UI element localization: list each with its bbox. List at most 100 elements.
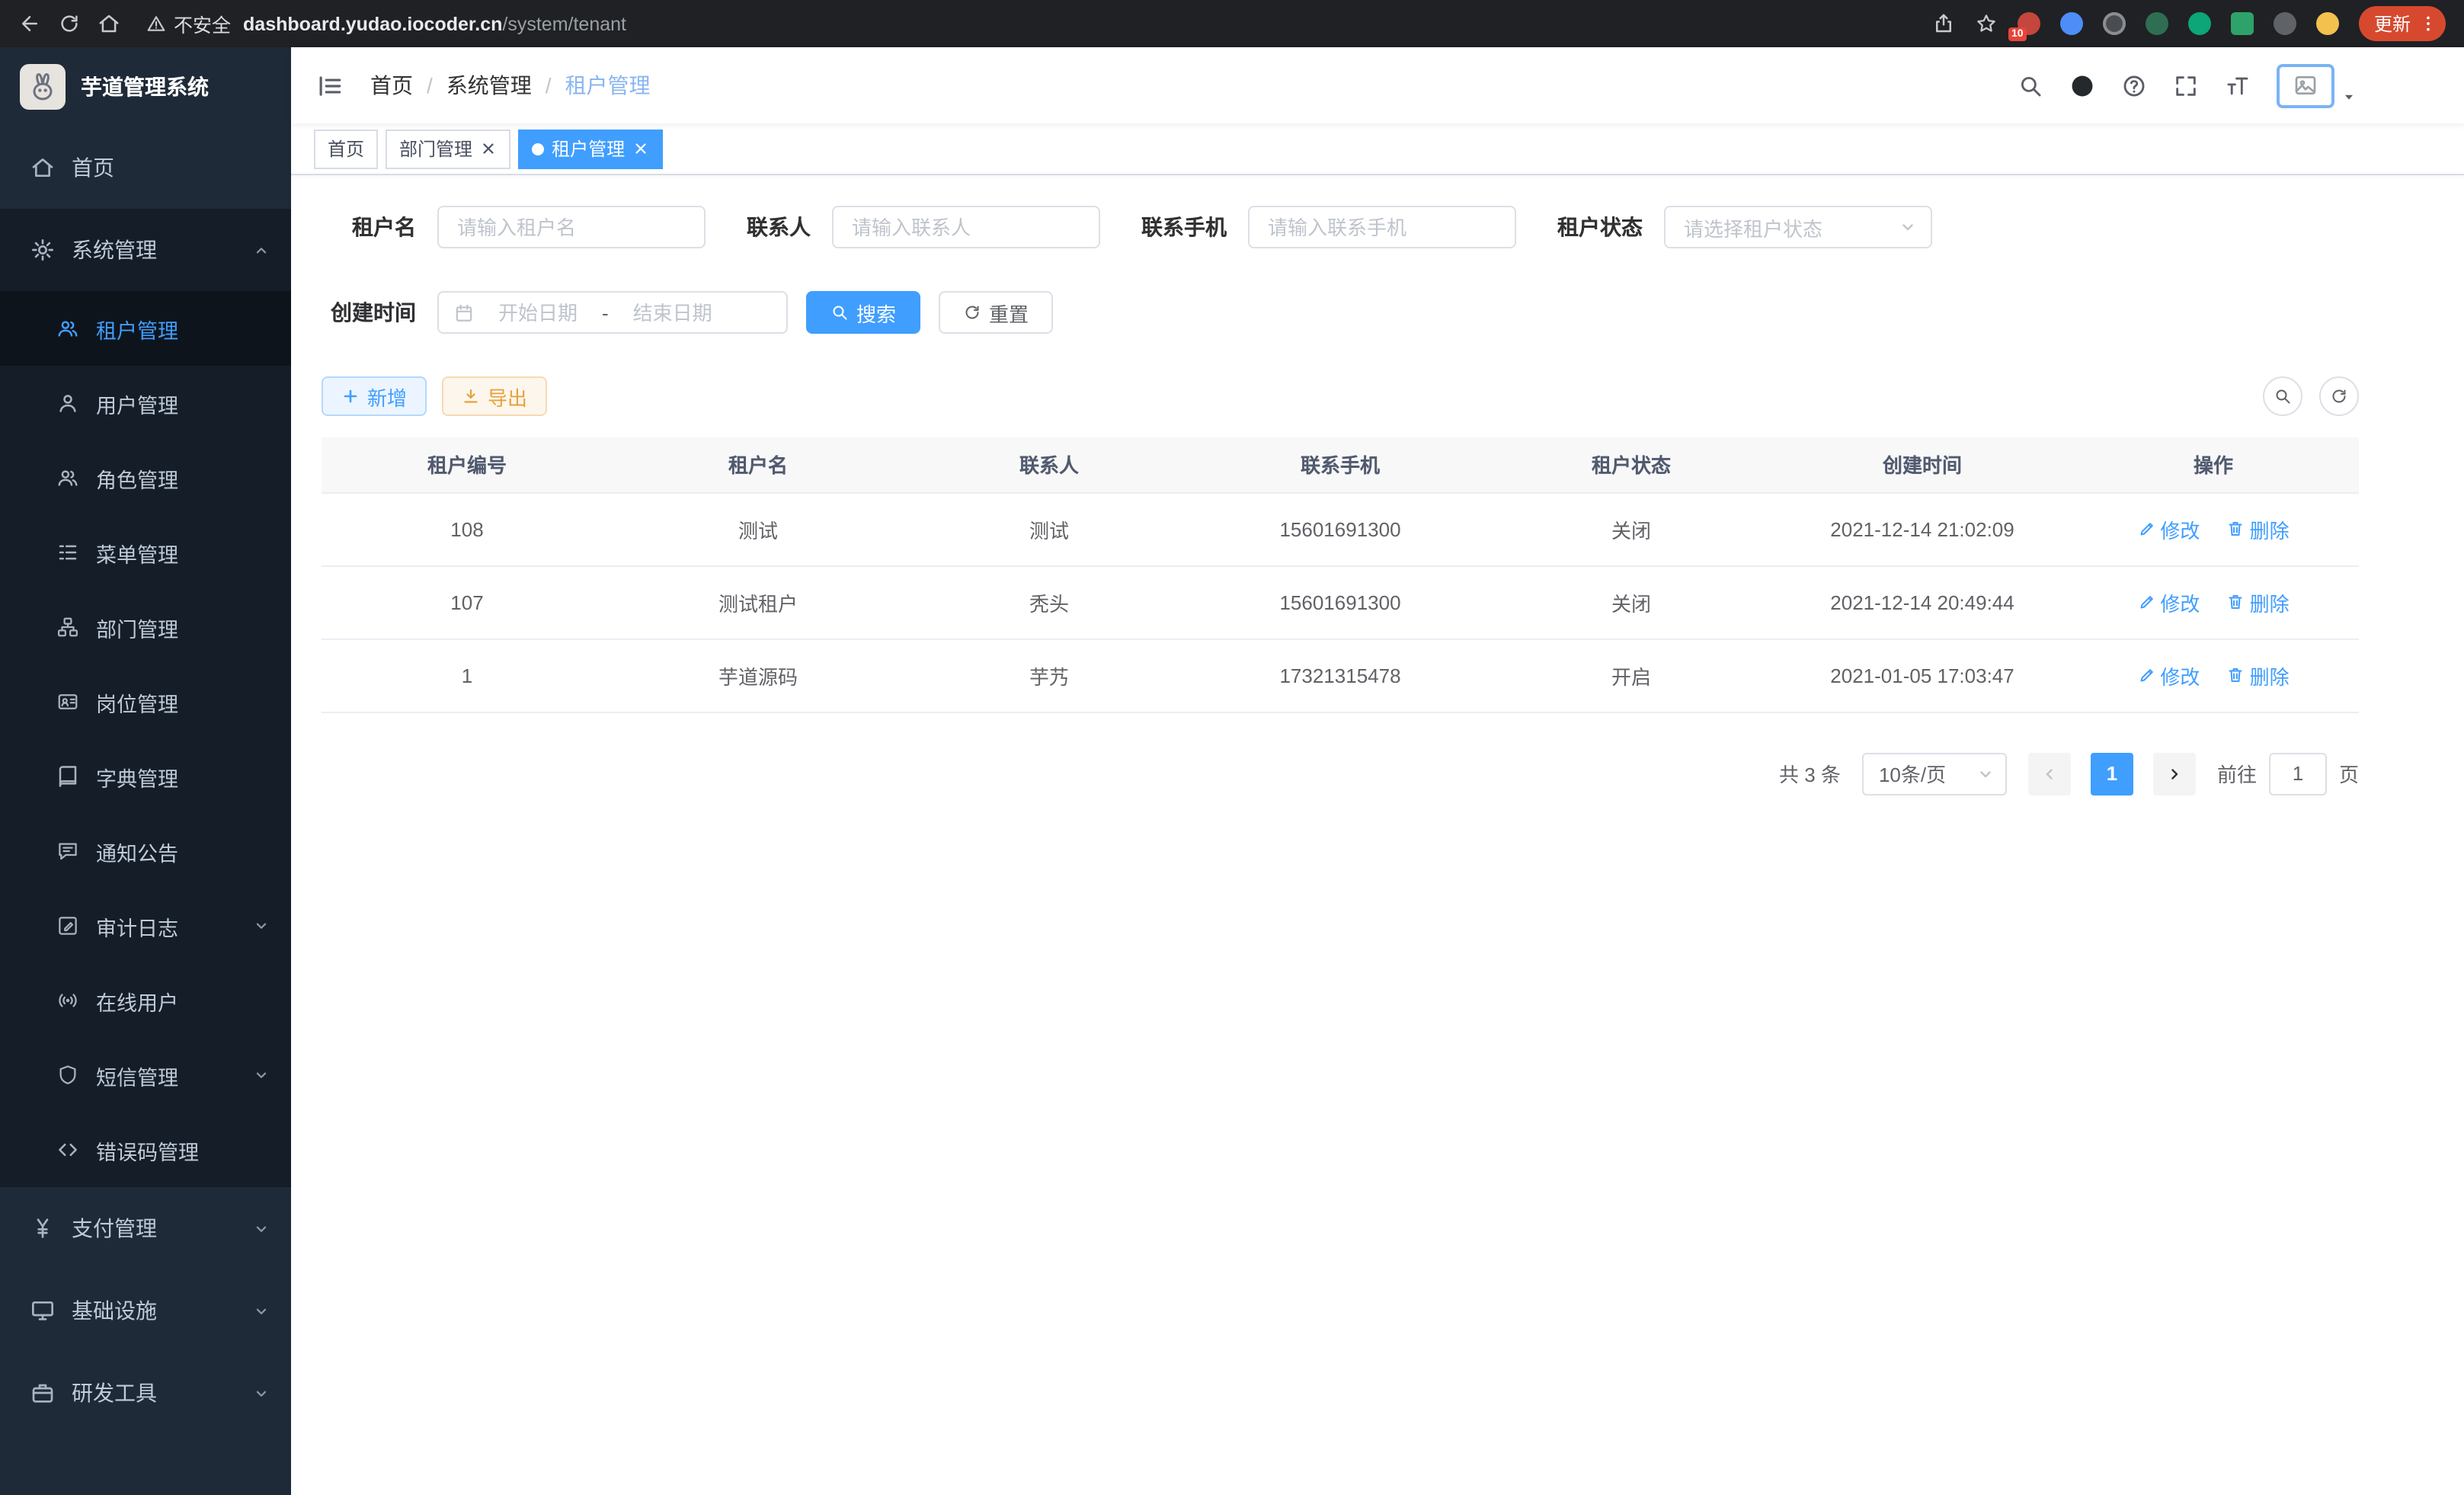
github-icon[interactable]	[2069, 72, 2095, 98]
monitor-icon	[30, 1298, 55, 1323]
edit-document-icon	[56, 914, 79, 937]
browser-home-icon[interactable]	[98, 12, 120, 35]
back-icon[interactable]	[18, 12, 41, 35]
address-bar[interactable]: 不安全 dashboard.yudao.iocoder.cn/system/te…	[146, 9, 1915, 38]
bookmark-star-icon[interactable]	[1975, 12, 1998, 35]
start-date-input[interactable]	[480, 301, 596, 324]
sidebar-item-devtools[interactable]: 研发工具	[0, 1352, 291, 1434]
edit-link[interactable]: 修改	[2137, 587, 2200, 616]
avatar[interactable]	[2277, 63, 2334, 107]
fullscreen-icon[interactable]	[2173, 72, 2199, 98]
sidebar-item-online-user[interactable]: 在线用户	[0, 963, 291, 1038]
sidebar-item-dept[interactable]: 部门管理	[0, 590, 291, 664]
sidebar-item-label: 首页	[72, 152, 114, 183]
edit-link-label: 修改	[2160, 661, 2200, 690]
pagination: 共 3 条 10条/页 1 前往 页	[322, 752, 2359, 795]
tab-dept[interactable]: 部门管理	[386, 129, 510, 168]
breadcrumb-separator: /	[546, 73, 552, 98]
avatar-dropdown-caret-icon[interactable]	[2341, 88, 2357, 104]
search-button[interactable]: 搜索	[806, 291, 920, 334]
breadcrumb-item-home[interactable]: 首页	[370, 70, 413, 101]
chevron-left-icon	[2040, 764, 2059, 783]
extension-icon[interactable]	[2060, 12, 2083, 35]
refresh-table-button[interactable]	[2319, 376, 2359, 416]
reset-button[interactable]: 重置	[939, 291, 1053, 334]
profile-avatar-icon[interactable]	[2316, 12, 2339, 35]
sidebar-item-infra[interactable]: 基础设施	[0, 1269, 291, 1352]
sidebar-toggle-icon[interactable]	[315, 71, 344, 100]
chevron-up-icon	[253, 242, 270, 258]
extension-icon[interactable]	[2146, 12, 2168, 35]
delete-link[interactable]: 删除	[2227, 661, 2290, 690]
breadcrumb-item-system[interactable]: 系统管理	[446, 70, 532, 101]
tab-home[interactable]: 首页	[314, 129, 378, 168]
sidebar-item-system[interactable]: 系统管理	[0, 209, 291, 291]
sidebar-item-tenant[interactable]: 租户管理	[0, 291, 291, 366]
font-size-icon[interactable]	[2225, 72, 2251, 98]
phone-label: 联系手机	[1141, 212, 1227, 242]
status-select[interactable]: 请选择租户状态	[1664, 206, 1932, 248]
extensions-puzzle-icon[interactable]	[2274, 12, 2296, 35]
sidebar-item-label: 短信管理	[96, 1060, 178, 1090]
sidebar-logo[interactable]: 芋道管理系统	[0, 47, 291, 126]
close-icon[interactable]	[632, 140, 649, 157]
edit-link[interactable]: 修改	[2137, 514, 2200, 543]
goto-page-input[interactable]	[2269, 752, 2327, 795]
tab-tenant[interactable]: 租户管理	[518, 129, 663, 168]
cell-tenant-id: 107	[322, 565, 613, 639]
page-number-button[interactable]: 1	[2091, 752, 2133, 795]
browser-chrome: 不安全 dashboard.yudao.iocoder.cn/system/te…	[0, 0, 2464, 47]
extension-icon[interactable]	[2188, 12, 2211, 35]
end-date-input[interactable]	[615, 301, 731, 324]
toggle-search-button[interactable]	[2263, 376, 2302, 416]
add-button[interactable]: 新增	[322, 376, 427, 416]
sidebar-item-dict[interactable]: 字典管理	[0, 739, 291, 814]
sidebar-item-payment[interactable]: 支付管理	[0, 1187, 291, 1269]
add-button-label: 新增	[367, 382, 407, 411]
table-row: 107 测试租户 秃头 15601691300 关闭 2021-12-14 20…	[322, 565, 2359, 639]
cell-phone: 17321315478	[1195, 639, 1486, 712]
sidebar-item-notice[interactable]: 通知公告	[0, 814, 291, 888]
share-icon[interactable]	[1932, 12, 1955, 35]
close-icon[interactable]	[480, 140, 497, 157]
tenant-name-input[interactable]	[437, 206, 706, 248]
yen-icon	[30, 1216, 55, 1240]
sidebar-item-audit-log[interactable]: 审计日志	[0, 888, 291, 963]
search-icon[interactable]	[2018, 72, 2043, 98]
refresh-icon	[2330, 387, 2348, 405]
sidebar-item-user[interactable]: 用户管理	[0, 366, 291, 440]
sidebar-item-label: 支付管理	[72, 1213, 157, 1244]
sidebar-item-post[interactable]: 岗位管理	[0, 664, 291, 739]
export-button[interactable]: 导出	[442, 376, 547, 416]
sidebar-item-sms[interactable]: 短信管理	[0, 1038, 291, 1112]
extension-icon[interactable]	[2103, 12, 2126, 35]
browser-menu-icon[interactable]	[2418, 14, 2438, 34]
phone-input[interactable]	[1248, 206, 1516, 248]
contact-input[interactable]	[832, 206, 1100, 248]
reload-icon[interactable]	[58, 12, 81, 35]
delete-link[interactable]: 删除	[2227, 587, 2290, 616]
table-row: 1 芋道源码 芋艿 17321315478 开启 2021-01-05 17:0…	[322, 639, 2359, 712]
sidebar-item-label: 用户管理	[96, 388, 178, 418]
prev-page-button[interactable]	[2028, 752, 2071, 795]
cell-actions: 修改 删除	[2068, 492, 2359, 565]
sidebar-item-error-code[interactable]: 错误码管理	[0, 1112, 291, 1187]
next-page-button[interactable]	[2153, 752, 2196, 795]
calendar-icon	[454, 303, 474, 322]
security-chip[interactable]: 不安全	[146, 9, 231, 38]
app-title: 芋道管理系统	[81, 72, 209, 102]
edit-link[interactable]: 修改	[2137, 661, 2200, 690]
delete-link-label: 删除	[2250, 587, 2290, 616]
delete-link[interactable]: 删除	[2227, 514, 2290, 543]
sidebar-item-menu[interactable]: 菜单管理	[0, 515, 291, 590]
sidebar-item-home[interactable]: 首页	[0, 126, 291, 209]
extension-icon[interactable]	[2231, 12, 2254, 35]
sidebar-item-role[interactable]: 角色管理	[0, 440, 291, 515]
user-menu[interactable]	[2277, 63, 2357, 107]
date-range-picker[interactable]: -	[437, 291, 788, 334]
page-size-select[interactable]: 10条/页	[1862, 752, 2007, 795]
extension-icon[interactable]: 10	[2018, 12, 2040, 35]
sidebar-item-label: 审计日志	[96, 911, 178, 941]
help-icon[interactable]	[2121, 72, 2147, 98]
update-button[interactable]: 更新	[2359, 6, 2446, 41]
